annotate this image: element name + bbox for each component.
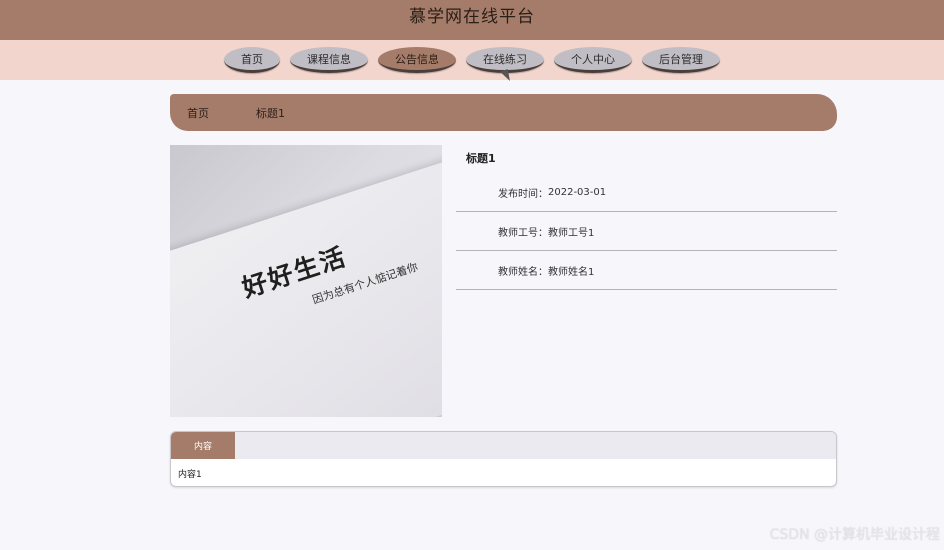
nav-announcements[interactable]: 公告信息 — [378, 47, 456, 73]
detail-value: 2022-03-01 — [548, 186, 607, 198]
detail-label: 教师姓名： — [498, 266, 548, 278]
nav-personal-center[interactable]: 个人中心 — [554, 47, 632, 73]
detail-row-teacher-id: 教师工号： 教师工号1 — [456, 212, 837, 251]
detail-label: 教师工号： — [498, 227, 548, 239]
nav-home[interactable]: 首页 — [224, 47, 280, 73]
app-title: 慕学网在线平台 — [409, 7, 535, 27]
cover-image: 好好生活 因为总有个人惦记着你 — [170, 145, 442, 417]
detail-panel: 标题1 发布时间： 2022-03-01 教师工号： 教师工号1 教师姓名： 教… — [456, 145, 837, 290]
content-tabbar: 内容 — [171, 432, 836, 459]
detail-title: 标题1 — [466, 152, 496, 165]
nav-course-info[interactable]: 课程信息 — [290, 47, 368, 73]
content-panel: 内容 内容1 — [170, 431, 837, 487]
nav-admin[interactable]: 后台管理 — [642, 47, 720, 73]
detail-row-teacher-name: 教师姓名： 教师姓名1 — [456, 251, 837, 290]
breadcrumb: 首页 标题1 — [170, 94, 837, 131]
content-body: 内容1 — [178, 470, 202, 480]
detail-value: 教师姓名1 — [548, 266, 595, 278]
detail-row-publish-time: 发布时间： 2022-03-01 — [456, 173, 837, 212]
main-nav: 首页 课程信息 公告信息 在线练习 个人中心 后台管理 — [0, 40, 944, 80]
tab-content[interactable]: 内容 — [171, 432, 235, 459]
app-header: 慕学网在线平台 — [0, 0, 944, 40]
detail-value: 教师工号1 — [548, 227, 595, 239]
breadcrumb-current: 标题1 — [256, 106, 285, 120]
breadcrumb-home[interactable]: 首页 — [187, 105, 209, 121]
detail-label: 发布时间： — [498, 188, 548, 200]
watermark: CSDN @计算机毕业设计程 — [769, 527, 940, 543]
